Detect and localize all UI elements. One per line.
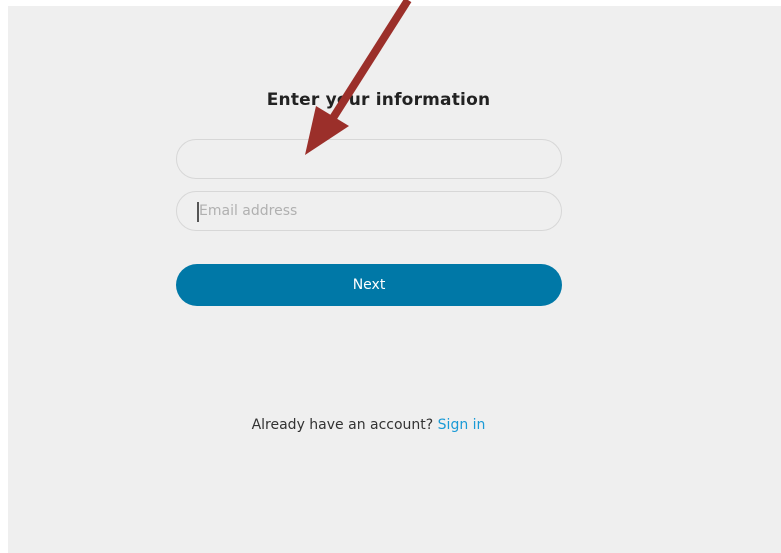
page-title: Enter your information <box>266 90 491 110</box>
signup-panel: Enter your information Next Already have… <box>8 6 781 553</box>
signin-prompt-text: Already have an account? <box>251 417 434 433</box>
next-button[interactable]: Next <box>176 264 562 306</box>
text-cursor <box>197 202 199 222</box>
name-field[interactable] <box>176 139 562 179</box>
signin-link[interactable]: Sign in <box>438 417 486 433</box>
signin-prompt-row: Already have an account? Sign in <box>8 417 729 433</box>
email-field[interactable] <box>176 191 562 231</box>
